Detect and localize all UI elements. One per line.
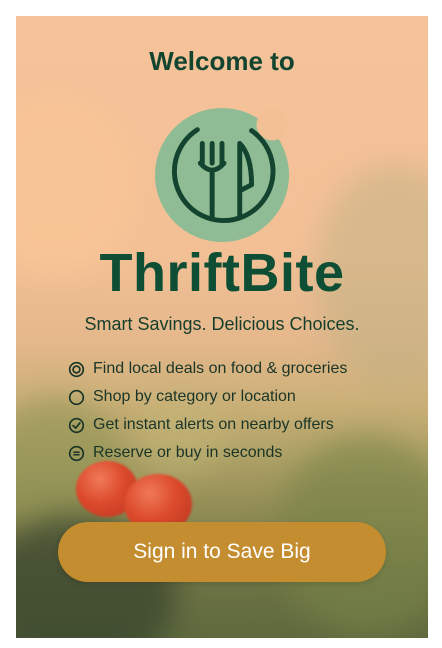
feature-text: Reserve or buy in seconds: [93, 444, 283, 461]
feature-item: Get instant alerts on nearby offers: [68, 412, 347, 438]
tagline: Smart Savings. Delicious Choices.: [84, 314, 360, 334]
feature-text: Find local deals on food & groceries: [93, 360, 348, 377]
circle-icon: [68, 389, 85, 405]
feature-item: Shop by category or location: [68, 384, 347, 410]
feature-list: Find local deals on food & groceries Sho…: [68, 356, 347, 468]
feature-item: Find local deals on food & groceries: [68, 356, 347, 382]
check-circle-icon: [68, 417, 85, 433]
list-circle-icon: [68, 445, 85, 461]
welcome-heading: Welcome to: [149, 46, 295, 76]
sign-in-button[interactable]: Sign in to Save Big: [58, 522, 386, 582]
welcome-screen: Welcome to ThriftBite Smart Savings. Del…: [16, 16, 428, 638]
feature-text: Shop by category or location: [93, 388, 296, 405]
target-icon: [68, 361, 85, 377]
feature-item: Reserve or buy in seconds: [68, 440, 347, 466]
fork-knife-logo-icon: [154, 107, 290, 243]
feature-text: Get instant alerts on nearby offers: [93, 416, 334, 433]
app-name: ThriftBite: [99, 243, 345, 303]
